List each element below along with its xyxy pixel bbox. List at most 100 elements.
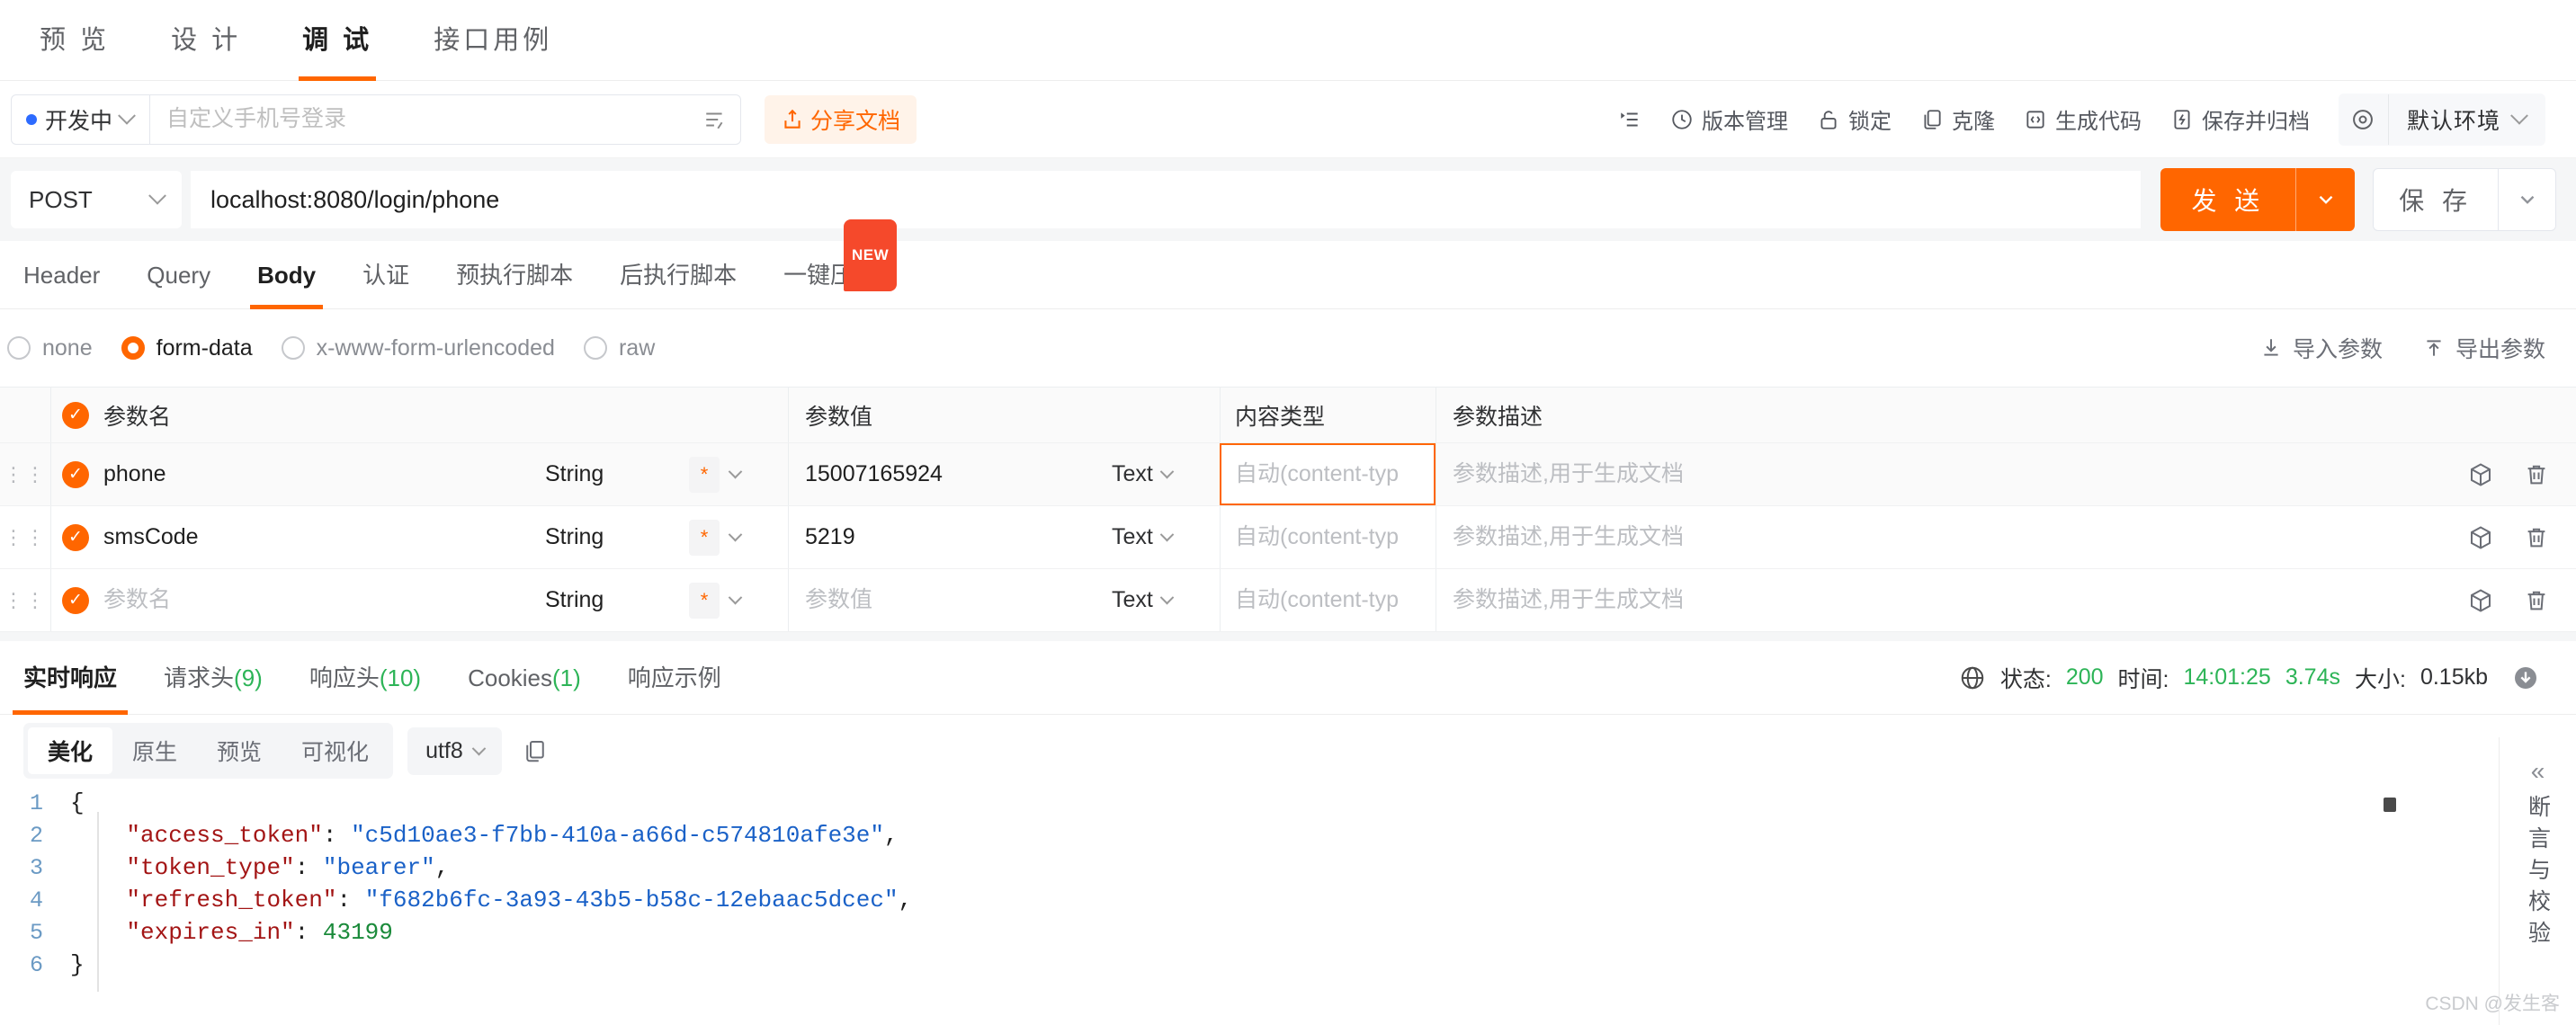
param-value-input[interactable] — [805, 587, 1112, 613]
param-type-select[interactable]: String — [545, 524, 689, 550]
drag-handle[interactable]: ⋮⋮ — [0, 527, 50, 547]
param-type-select[interactable]: String — [545, 587, 689, 613]
top-tab-preview[interactable]: 预 览 — [9, 0, 140, 81]
download-icon — [2264, 339, 2278, 356]
view-mode-visual[interactable]: 可视化 — [282, 727, 389, 774]
send-options-chevron-down-icon[interactable] — [2295, 168, 2355, 231]
body-type-none[interactable]: none — [7, 335, 93, 361]
param-required-select[interactable]: * — [689, 456, 788, 493]
body-type-raw[interactable]: raw — [583, 335, 655, 361]
body-type-form-data[interactable]: form-data — [121, 335, 253, 361]
row-checkbox[interactable]: ✓ — [62, 460, 89, 488]
status-dropdown[interactable]: 开发中 — [12, 94, 151, 144]
code-token: 43199 — [322, 919, 393, 946]
tab-stress-test[interactable]: 一键压测 NEW — [760, 218, 900, 309]
send-button[interactable]: 发 送 — [2160, 168, 2356, 231]
param-value-type-select[interactable]: Text — [1112, 524, 1220, 550]
download-response-icon[interactable] — [2511, 664, 2540, 692]
tab-query[interactable]: Query — [123, 241, 234, 309]
header-label-name: 参数名 — [103, 404, 172, 430]
radio-icon — [281, 336, 305, 360]
code-line-text: "expires_in": 43199 — [70, 919, 393, 946]
toolbar-item-archive[interactable]: 保存并归档 — [2156, 94, 2324, 145]
param-value-input[interactable] — [805, 461, 1112, 487]
param-value-type-select[interactable]: Text — [1112, 461, 1220, 487]
view-mode-raw[interactable]: 原生 — [112, 727, 197, 774]
param-name-input[interactable] — [103, 587, 545, 613]
header-cell-description: 参数描述 — [1436, 388, 2441, 442]
body-type-label: none — [42, 334, 93, 361]
body-type-label: x-www-form-urlencoded — [316, 334, 555, 361]
response-tab-realtime[interactable]: 实时响应 — [0, 641, 140, 715]
share-doc-button[interactable]: 分享文档 — [765, 94, 917, 144]
top-tab-design[interactable]: 设 计 — [140, 0, 272, 81]
select-all-checkbox[interactable]: ✓ — [62, 401, 89, 429]
delete-row-icon[interactable] — [2523, 461, 2550, 488]
drag-handle[interactable]: ⋮⋮ — [0, 590, 50, 610]
delete-row-icon[interactable] — [2523, 524, 2550, 551]
code-vertical-scrollbar[interactable] — [2384, 798, 2396, 812]
save-button[interactable]: 保 存 — [2373, 168, 2556, 231]
top-tab-cases[interactable]: 接口用例 — [403, 0, 583, 81]
encoding-select[interactable]: utf8 — [407, 726, 502, 775]
response-tab-examples[interactable]: 响应示例 — [604, 641, 745, 715]
collapse-panel-icon[interactable]: « — [2531, 757, 2545, 786]
param-name-input[interactable] — [103, 524, 545, 550]
param-required-select[interactable]: * — [689, 519, 788, 556]
toolbar-item-generate-code[interactable]: 生成代码 — [2009, 94, 2156, 145]
response-code-viewer[interactable]: 1{2 "access_token": "c5d10ae3-f7bb-410a-… — [0, 787, 2576, 1012]
view-mode-preview[interactable]: 预览 — [197, 727, 282, 774]
tab-header[interactable]: Header — [0, 241, 123, 309]
encoding-value: utf8 — [425, 737, 463, 763]
param-content-type-input[interactable] — [1235, 587, 1436, 613]
import-params-button[interactable]: 导入参数 — [2259, 332, 2383, 364]
mock-cube-icon[interactable] — [2467, 587, 2494, 614]
code-token: , — [883, 822, 899, 849]
code-line-number: 6 — [29, 951, 43, 978]
copy-response-icon[interactable] — [522, 737, 549, 764]
param-required-select[interactable]: * — [689, 582, 788, 619]
save-options-chevron-down-icon[interactable] — [2498, 169, 2555, 230]
export-params-button[interactable]: 导出参数 — [2422, 332, 2545, 364]
radio-icon — [583, 336, 607, 360]
param-name-input[interactable] — [103, 461, 545, 487]
param-description-input[interactable] — [1453, 587, 2441, 613]
tab-post-script[interactable]: 后执行脚本 — [596, 241, 760, 309]
environment-selector[interactable]: 默认环境 — [2338, 93, 2545, 146]
param-content-type-input[interactable] — [1235, 524, 1436, 550]
view-mode-beautify[interactable]: 美化 — [28, 727, 113, 774]
row-checkbox[interactable]: ✓ — [62, 523, 89, 551]
response-meta: 状态: 200 时间: 14:01:25 3.74s 大小: 0.15kb — [1959, 662, 2540, 694]
mock-cube-icon[interactable] — [2467, 524, 2494, 551]
tab-body[interactable]: Body — [234, 241, 339, 309]
param-type-select[interactable]: String — [545, 461, 689, 487]
param-value-type-select[interactable]: Text — [1112, 587, 1220, 613]
response-tab-response-headers[interactable]: 响应头(10) — [286, 641, 444, 715]
api-name-input[interactable] — [150, 94, 691, 144]
param-value-input[interactable] — [805, 524, 1112, 550]
tab-pre-script[interactable]: 预执行脚本 — [433, 241, 596, 309]
toolbar-item-lock[interactable]: 锁定 — [1802, 94, 1906, 145]
body-type-urlencoded[interactable]: x-www-form-urlencoded — [281, 334, 555, 361]
body-type-label: form-data — [156, 334, 253, 361]
param-description-input[interactable] — [1453, 524, 2441, 550]
tab-auth[interactable]: 认证 — [339, 241, 433, 309]
http-method-select[interactable]: POST — [11, 171, 182, 228]
response-tab-request-headers[interactable]: 请求头(9) — [140, 641, 286, 715]
top-tab-debug[interactable]: 调 试 — [272, 0, 403, 81]
mock-cube-icon[interactable] — [2467, 461, 2494, 488]
assertion-panel-label[interactable]: 断言与校验 — [2522, 795, 2554, 952]
param-content-type-input[interactable] — [1235, 461, 1436, 487]
row-content-type-cell — [1220, 569, 1436, 631]
response-tab-cookies[interactable]: Cookies(1) — [444, 641, 604, 715]
drag-handle[interactable]: ⋮⋮ — [0, 464, 50, 484]
toolbar-item-clone[interactable]: 克隆 — [1906, 94, 2009, 145]
row-checkbox[interactable]: ✓ — [62, 586, 89, 614]
request-url-input[interactable] — [191, 171, 2142, 228]
top-tab-label: 设 计 — [171, 25, 242, 55]
delete-row-icon[interactable] — [2523, 587, 2550, 614]
toolbar-item-version[interactable]: 版本管理 — [1656, 94, 1802, 145]
outline-toggle-button[interactable] — [1604, 94, 1656, 145]
param-description-input[interactable] — [1453, 461, 2441, 487]
description-icon[interactable] — [690, 95, 740, 144]
